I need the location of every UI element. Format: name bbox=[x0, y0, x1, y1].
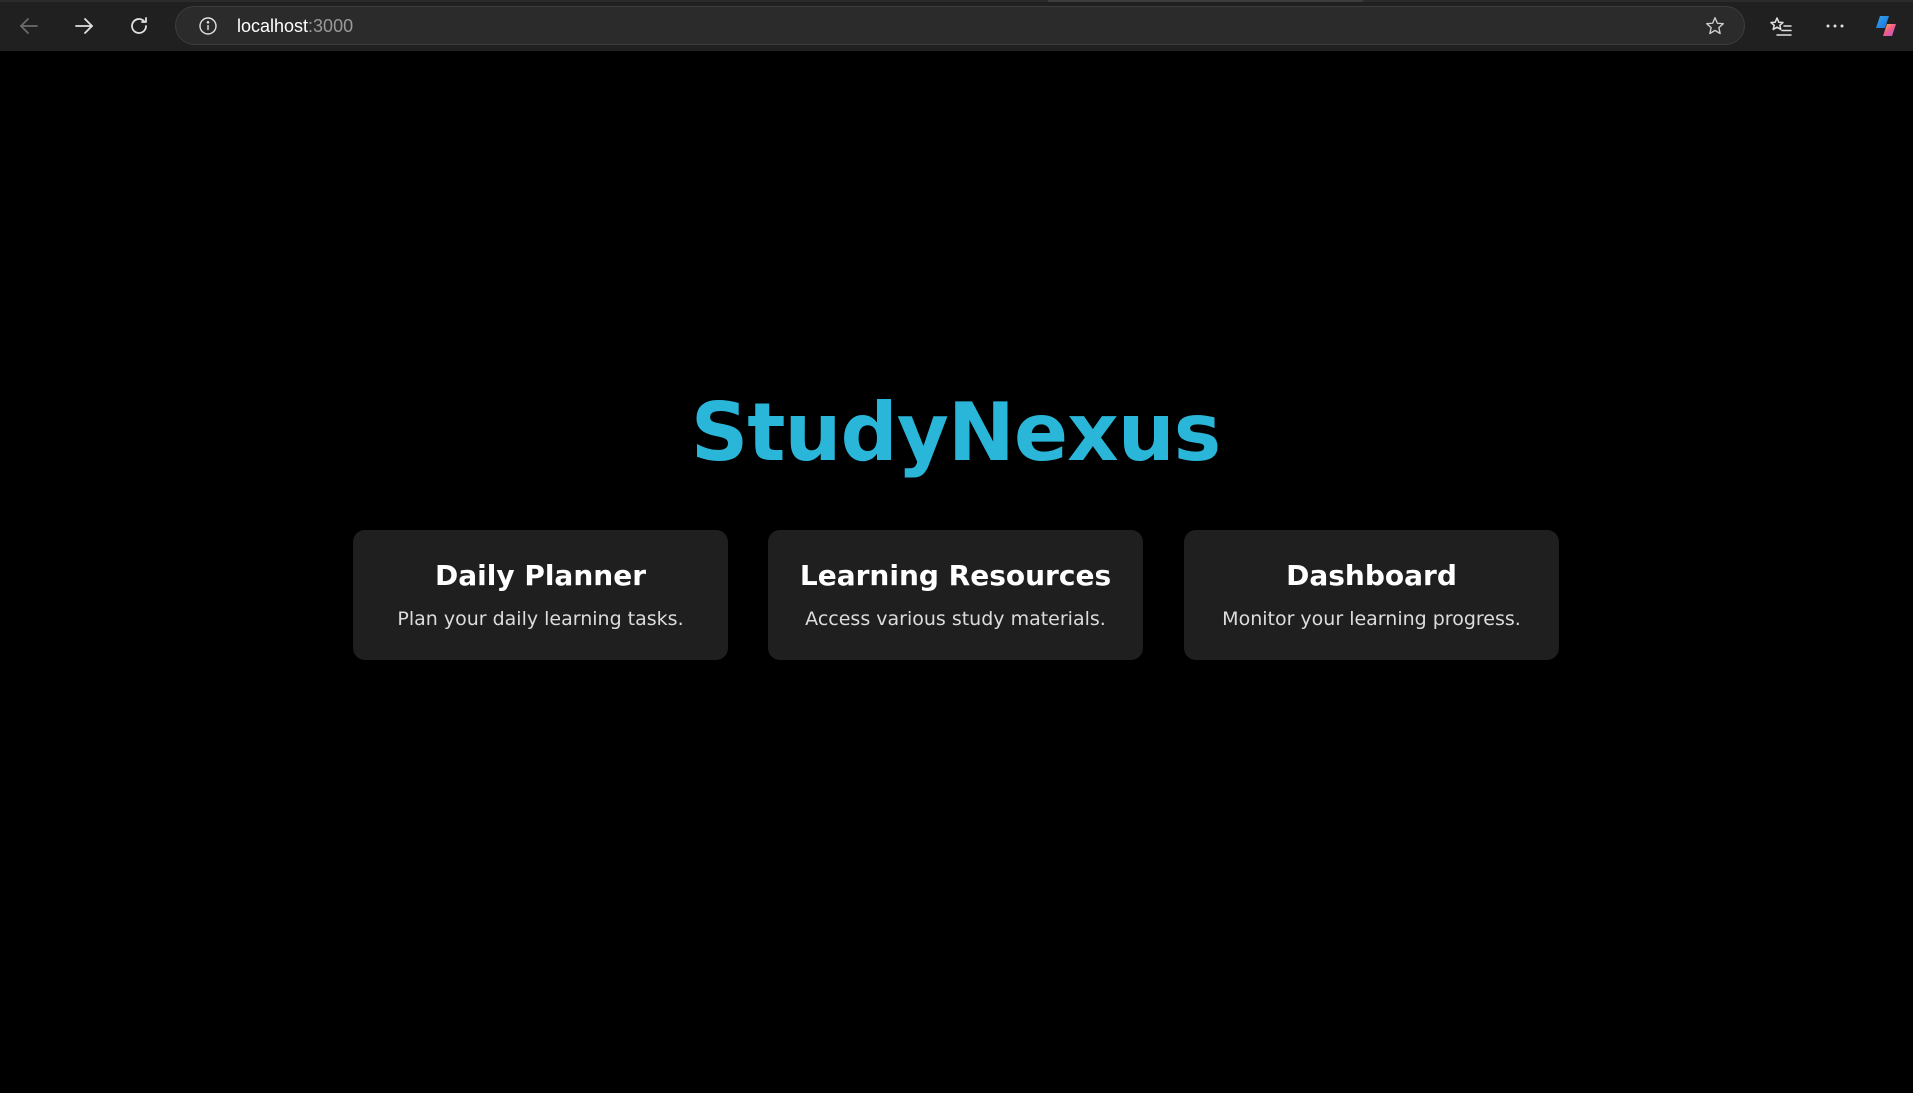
tab-strip bbox=[0, 0, 1913, 2]
card-dashboard[interactable]: Dashboard Monitor your learning progress… bbox=[1184, 530, 1559, 660]
url-port: :3000 bbox=[308, 16, 354, 36]
more-button[interactable] bbox=[1816, 8, 1854, 44]
card-title: Daily Planner bbox=[434, 559, 646, 592]
ellipsis-icon bbox=[1826, 24, 1844, 28]
refresh-button[interactable] bbox=[120, 8, 158, 44]
app-title: StudyNexus bbox=[690, 386, 1222, 479]
card-description: Plan your daily learning tasks. bbox=[397, 608, 684, 630]
feature-cards: Daily Planner Plan your daily learning t… bbox=[353, 530, 1559, 660]
arrow-left-icon bbox=[20, 18, 38, 34]
active-tab-indicator bbox=[1048, 0, 1363, 2]
address-bar[interactable]: localhost:3000 bbox=[175, 6, 1745, 45]
card-title: Learning Resources bbox=[799, 559, 1112, 592]
favorites-list-icon bbox=[1770, 17, 1792, 36]
card-learning-resources[interactable]: Learning Resources Access various study … bbox=[768, 530, 1143, 660]
card-title: Dashboard bbox=[1286, 559, 1457, 592]
forward-button[interactable] bbox=[65, 8, 103, 44]
card-description: Access various study materials. bbox=[805, 608, 1106, 630]
card-daily-planner[interactable]: Daily Planner Plan your daily learning t… bbox=[353, 530, 728, 660]
favorites-button[interactable] bbox=[1762, 8, 1800, 44]
browser-toolbar: localhost:3000 bbox=[0, 0, 1913, 51]
copilot-icon[interactable] bbox=[1872, 12, 1900, 40]
info-icon[interactable] bbox=[198, 16, 218, 36]
refresh-icon bbox=[131, 17, 147, 34]
star-icon[interactable] bbox=[1704, 15, 1726, 37]
arrow-right-icon bbox=[75, 18, 93, 34]
card-description: Monitor your learning progress. bbox=[1222, 608, 1521, 630]
url-host: localhost bbox=[237, 16, 309, 36]
back-button[interactable] bbox=[10, 8, 48, 44]
url-text[interactable]: localhost:3000 bbox=[237, 16, 353, 36]
